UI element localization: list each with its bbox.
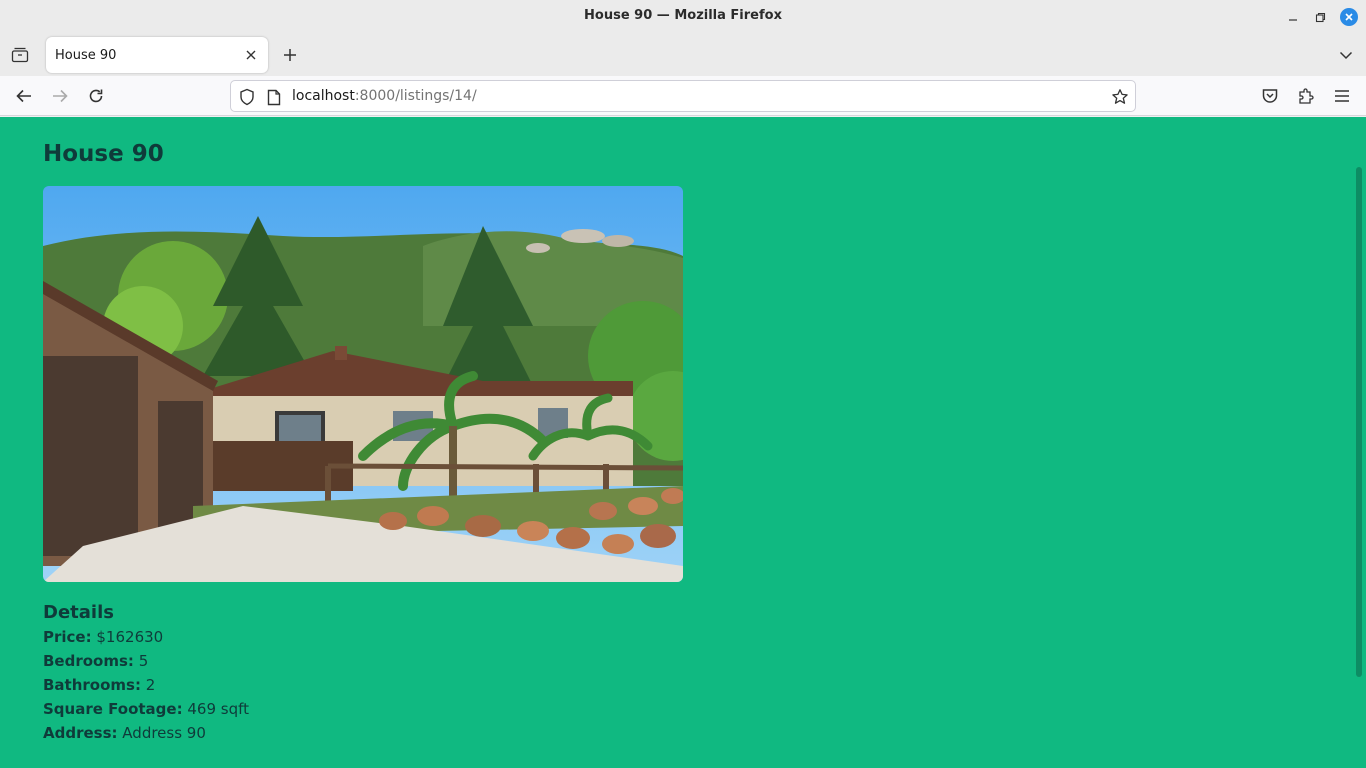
navigation-toolbar: localhost:8000/listings/14/ xyxy=(0,76,1366,116)
tab-title: House 90 xyxy=(55,48,117,63)
list-all-tabs-button[interactable] xyxy=(1336,44,1356,66)
price-label: Price: xyxy=(43,628,92,646)
app-menu-button[interactable] xyxy=(1330,84,1354,108)
reload-button[interactable] xyxy=(84,84,108,108)
minimize-icon xyxy=(1289,19,1297,21)
sqft-label: Square Footage: xyxy=(43,700,183,718)
bathrooms-value: 2 xyxy=(145,676,156,694)
chevron-down-icon xyxy=(1339,51,1353,60)
bookmark-star-button[interactable] xyxy=(1110,87,1130,107)
forward-button[interactable] xyxy=(48,84,72,108)
address-label: Address: xyxy=(43,724,118,742)
arrow-left-icon xyxy=(16,89,31,103)
house-image xyxy=(43,186,683,582)
shield-icon[interactable] xyxy=(238,88,256,106)
detail-price: Price: $162630 xyxy=(43,628,163,646)
extensions-button[interactable] xyxy=(1294,84,1318,108)
plus-icon xyxy=(284,49,296,61)
arrow-right-icon xyxy=(53,89,68,103)
close-icon xyxy=(246,50,256,60)
tab-house-90[interactable]: House 90 xyxy=(46,37,268,73)
window-title: House 90 — Mozilla Firefox xyxy=(584,8,782,23)
restore-icon xyxy=(1315,12,1325,22)
page-title: House 90 xyxy=(43,141,164,167)
url-path: :8000/listings/14/ xyxy=(354,88,477,104)
page-content: House 90 Details Price: $162630 Bedrooms… xyxy=(0,117,1366,768)
hamburger-icon xyxy=(1335,90,1349,102)
reload-icon xyxy=(89,89,103,103)
new-tab-button[interactable] xyxy=(279,44,301,66)
url-text[interactable]: localhost:8000/listings/14/ xyxy=(292,88,477,104)
house-photo xyxy=(43,186,683,582)
tab-list-icon xyxy=(11,47,29,63)
detail-address: Address: Address 90 xyxy=(43,724,206,742)
details-heading: Details xyxy=(43,602,114,623)
tab-list-button[interactable] xyxy=(9,44,31,66)
bedrooms-label: Bedrooms: xyxy=(43,652,134,670)
tab-bar: House 90 xyxy=(0,34,1366,76)
star-icon xyxy=(1112,89,1128,104)
pocket-icon xyxy=(1262,89,1278,103)
bedrooms-value: 5 xyxy=(138,652,149,670)
detail-square-footage: Square Footage: 469 sqft xyxy=(43,700,249,718)
window-titlebar: House 90 — Mozilla Firefox xyxy=(0,0,1366,34)
price-value: $162630 xyxy=(96,628,164,646)
back-button[interactable] xyxy=(12,84,36,108)
detail-bathrooms: Bathrooms: 2 xyxy=(43,676,155,694)
minimize-button[interactable] xyxy=(1284,8,1302,26)
puzzle-icon xyxy=(1299,88,1314,104)
maximize-button[interactable] xyxy=(1311,8,1329,26)
url-host: localhost xyxy=(292,88,355,104)
tab-close-button[interactable] xyxy=(243,47,259,63)
pocket-button[interactable] xyxy=(1258,84,1282,108)
close-icon xyxy=(1345,13,1353,21)
bathrooms-label: Bathrooms: xyxy=(43,676,141,694)
close-window-button[interactable] xyxy=(1340,8,1358,26)
detail-bedrooms: Bedrooms: 5 xyxy=(43,652,148,670)
sqft-value: 469 sqft xyxy=(187,700,250,718)
url-bar[interactable]: localhost:8000/listings/14/ xyxy=(230,80,1136,112)
page-scrollbar[interactable] xyxy=(1356,167,1362,677)
page-icon[interactable] xyxy=(265,88,283,106)
address-value: Address 90 xyxy=(122,724,206,742)
